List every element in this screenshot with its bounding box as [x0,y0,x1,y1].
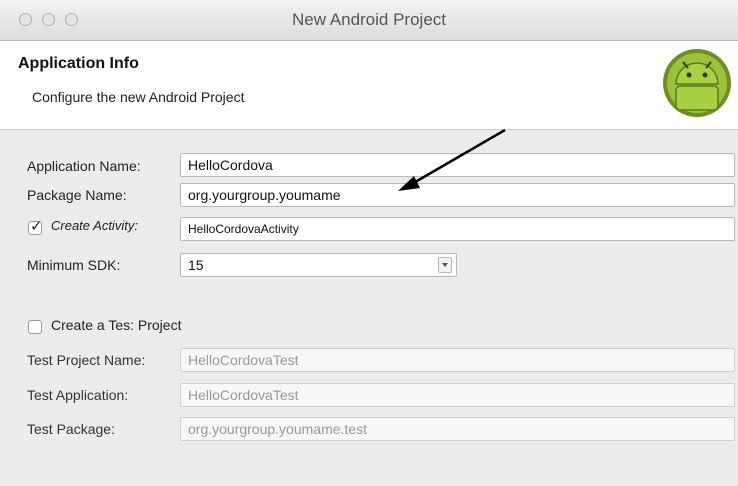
title-bar: New Android Project [0,0,738,41]
create-activity-label: Create Activity: [51,218,138,233]
page-subtitle: Configure the new Android Project [32,89,245,105]
create-test-project-label: Create a Tes: Project [51,317,182,333]
application-name-input[interactable]: HelloCordova [180,153,735,177]
activity-name-input[interactable]: HelloCordovaActivity [180,217,735,241]
android-logo-icon [663,49,731,117]
test-package-input[interactable]: org.yourgroup.youmame.test [180,417,735,441]
create-activity-checkbox[interactable]: ✓ [28,218,43,235]
application-name-label: Application Name: [27,158,141,174]
checkmark-icon: ✓ [30,218,43,235]
test-package-label: Test Package: [27,421,115,437]
new-android-project-window: New Android Project Application Info Con… [0,0,738,486]
page-title: Application Info [18,55,139,72]
minimum-sdk-select[interactable]: 15 [180,253,457,277]
test-application-input[interactable]: HelloCordovaTest [180,383,735,407]
minimum-sdk-value: 15 [188,257,204,273]
test-project-name-label: Test Project Name: [27,352,146,368]
chevron-down-icon[interactable] [438,257,452,273]
window-title: New Android Project [291,10,447,29]
test-application-label: Test Application: [27,387,129,403]
wizard-header: Application Info Configure the new Andro… [0,41,738,130]
minimum-sdk-label: Minimum SDK: [27,257,121,273]
package-name-input[interactable]: org.yourgroup.youmame [180,183,735,207]
package-name-label: Package Name: [27,187,127,203]
test-project-name-input[interactable]: HelloCordovaTest [180,348,735,372]
create-test-project-checkbox[interactable] [28,320,42,334]
